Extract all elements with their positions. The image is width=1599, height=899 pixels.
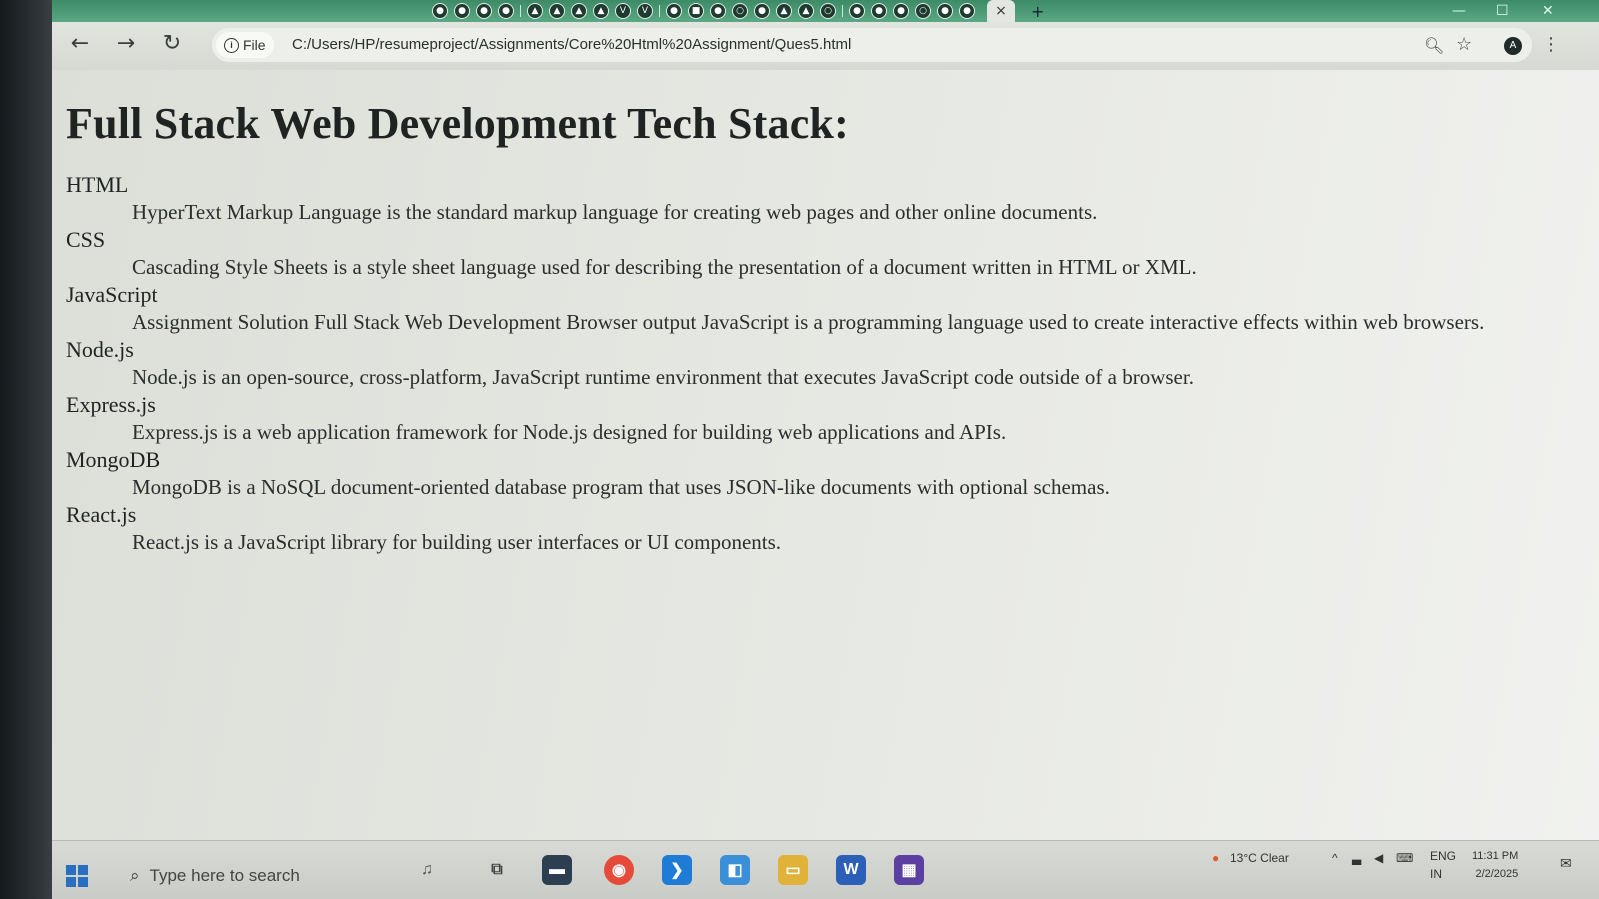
browser-window: ● ● ● ● ▲ ▲ ▲ ▲ V V ● ■ ● ○ ● ▲ ▲ ○ ● ● … [52, 0, 1599, 899]
windows-taskbar: ⌕ Type here to search ♫ ⧉ ▬ ◉ ❯ ◧ ▭ W ▦ … [52, 840, 1599, 899]
file-chip-label: File [243, 37, 266, 53]
term-css: CSS [66, 227, 106, 252]
minimize-icon[interactable]: — [1452, 3, 1466, 19]
definition-mongodb: MongoDB is a NoSQL document-oriented dat… [132, 475, 1110, 499]
term-reactjs: React.js [66, 502, 137, 527]
pinned-tab-icon[interactable]: ● [959, 3, 975, 19]
tab-separator [520, 5, 521, 17]
word-app-icon[interactable]: W [836, 855, 866, 885]
volume-icon[interactable]: ◀ [1374, 851, 1383, 865]
url-text[interactable]: C:/Users/HP/resumeproject/Assignments/Co… [292, 36, 851, 53]
definition-expressjs: Express.js is a web application framewor… [132, 420, 1007, 444]
page-title: Full Stack Web Development Tech Stack: [66, 99, 849, 148]
pinned-tab-icon[interactable]: ● [498, 3, 514, 19]
back-arrow-icon[interactable]: ← [66, 30, 94, 58]
term-nodejs: Node.js [66, 337, 134, 362]
drive-tab-icon[interactable]: ▲ [549, 3, 565, 19]
pinned-tab-icon[interactable]: ● [754, 3, 770, 19]
term-javascript: JavaScript [66, 282, 158, 307]
windows-logo-icon[interactable] [66, 865, 88, 887]
show-hidden-icons-icon[interactable]: ^ [1332, 851, 1338, 865]
pinned-tab-icon[interactable]: ● [893, 3, 909, 19]
definition-html: HyperText Markup Language is the standar… [132, 200, 1098, 224]
github-tab-icon[interactable]: ○ [915, 3, 931, 19]
v-tab-icon[interactable]: V [637, 3, 653, 19]
info-icon: i [224, 37, 239, 53]
file-explorer-icon[interactable]: ▭ [778, 855, 808, 885]
pinned-tab-icon[interactable]: ● [432, 3, 448, 19]
v-tab-icon[interactable]: V [615, 3, 631, 19]
definition-reactjs: React.js is a JavaScript library for bui… [132, 530, 782, 554]
definition-javascript: Assignment Solution Full Stack Web Devel… [132, 310, 1485, 334]
address-bar[interactable]: i File C:/Users/HP/resumeproject/Assignm… [212, 28, 1532, 62]
browser-toolbar: ← → ↻ i File C:/Users/HP/resumeproject/A… [52, 22, 1599, 70]
new-tab-button[interactable]: + [1031, 2, 1044, 21]
chrome-app-icon[interactable]: ◉ [604, 855, 634, 885]
github-tab-icon[interactable]: ○ [732, 3, 748, 19]
music-notes-icon[interactable]: ♫ [412, 855, 442, 885]
network-icon[interactable]: ▃ [1352, 851, 1361, 865]
github-tab-icon[interactable]: ○ [820, 3, 836, 19]
task-view-icon[interactable]: ⧉ [482, 855, 512, 885]
drive-tab-icon[interactable]: ▲ [798, 3, 814, 19]
clock[interactable]: 11:31 PM 2/2/2025 [1472, 847, 1518, 883]
pinned-tab-icon[interactable]: ● [937, 3, 953, 19]
taskbar-search[interactable]: ⌕ Type here to search [130, 859, 390, 893]
definition-css: Cascading Style Sheets is a style sheet … [132, 255, 1197, 279]
active-tab-close-button[interactable]: × [987, 0, 1015, 22]
term-expressjs: Express.js [66, 392, 156, 417]
pinned-tab-icon[interactable]: ■ [688, 3, 704, 19]
keyboard-icon[interactable]: ⌨ [1396, 851, 1413, 865]
terminal-app-icon[interactable]: ▬ [542, 855, 572, 885]
search-placeholder: Type here to search [149, 866, 300, 885]
monitor-bezel [0, 0, 52, 899]
date-text: 2/2/2025 [1475, 868, 1519, 880]
tab-separator [842, 5, 843, 17]
term-html: HTML [66, 172, 129, 197]
language-indicator[interactable]: ENG IN [1430, 847, 1456, 883]
notification-icon[interactable]: ✉ [1560, 855, 1572, 872]
drive-tab-icon[interactable]: ▲ [593, 3, 609, 19]
kebab-menu-icon[interactable]: ⋮ [1542, 34, 1560, 55]
time-text: 11:31 PM [1472, 850, 1519, 862]
vscode-app-icon[interactable]: ❯ [662, 855, 692, 885]
close-window-icon[interactable]: ✕ [1542, 3, 1554, 19]
calendar-app-icon[interactable]: ▦ [894, 855, 924, 885]
drive-tab-icon[interactable]: ▲ [776, 3, 792, 19]
forward-arrow-icon[interactable]: → [112, 30, 140, 58]
weather-text[interactable]: 13°C Clear [1230, 851, 1289, 865]
weather-icon: ● [1212, 851, 1220, 865]
language-text: ENG [1430, 849, 1457, 863]
tab-strip: ● ● ● ● ▲ ▲ ▲ ▲ V V ● ■ ● ○ ● ▲ ▲ ○ ● ● … [52, 0, 1599, 22]
star-icon[interactable]: ☆ [1456, 34, 1472, 55]
term-mongodb: MongoDB [66, 447, 161, 472]
tech-stack-list: HTML HyperText Markup Language is the st… [66, 171, 1599, 556]
region-text: IN [1430, 867, 1442, 881]
pinned-tab-icon[interactable]: ● [666, 3, 682, 19]
search-icon: ⌕ [130, 866, 140, 885]
drive-tab-icon[interactable]: ▲ [527, 3, 543, 19]
maximize-icon[interactable]: ☐ [1496, 3, 1509, 19]
photos-app-icon[interactable]: ◧ [720, 855, 750, 885]
pinned-tab-icon[interactable]: ● [476, 3, 492, 19]
definition-nodejs: Node.js is an open-source, cross-platfor… [132, 365, 1194, 389]
profile-avatar[interactable]: A [1504, 37, 1522, 55]
reload-icon[interactable]: ↻ [158, 30, 186, 58]
site-info-chip[interactable]: i File [216, 32, 274, 58]
pinned-tab-icon[interactable]: ● [871, 3, 887, 19]
zoom-icon[interactable]: 🔍︎ [1424, 36, 1444, 55]
pinned-tab-icon[interactable]: ● [454, 3, 470, 19]
pinned-tab-icon[interactable]: ● [710, 3, 726, 19]
tab-separator [659, 5, 660, 17]
drive-tab-icon[interactable]: ▲ [571, 3, 587, 19]
pinned-tab-icon[interactable]: ● [849, 3, 865, 19]
page-content: Full Stack Web Development Tech Stack: H… [52, 70, 1599, 840]
